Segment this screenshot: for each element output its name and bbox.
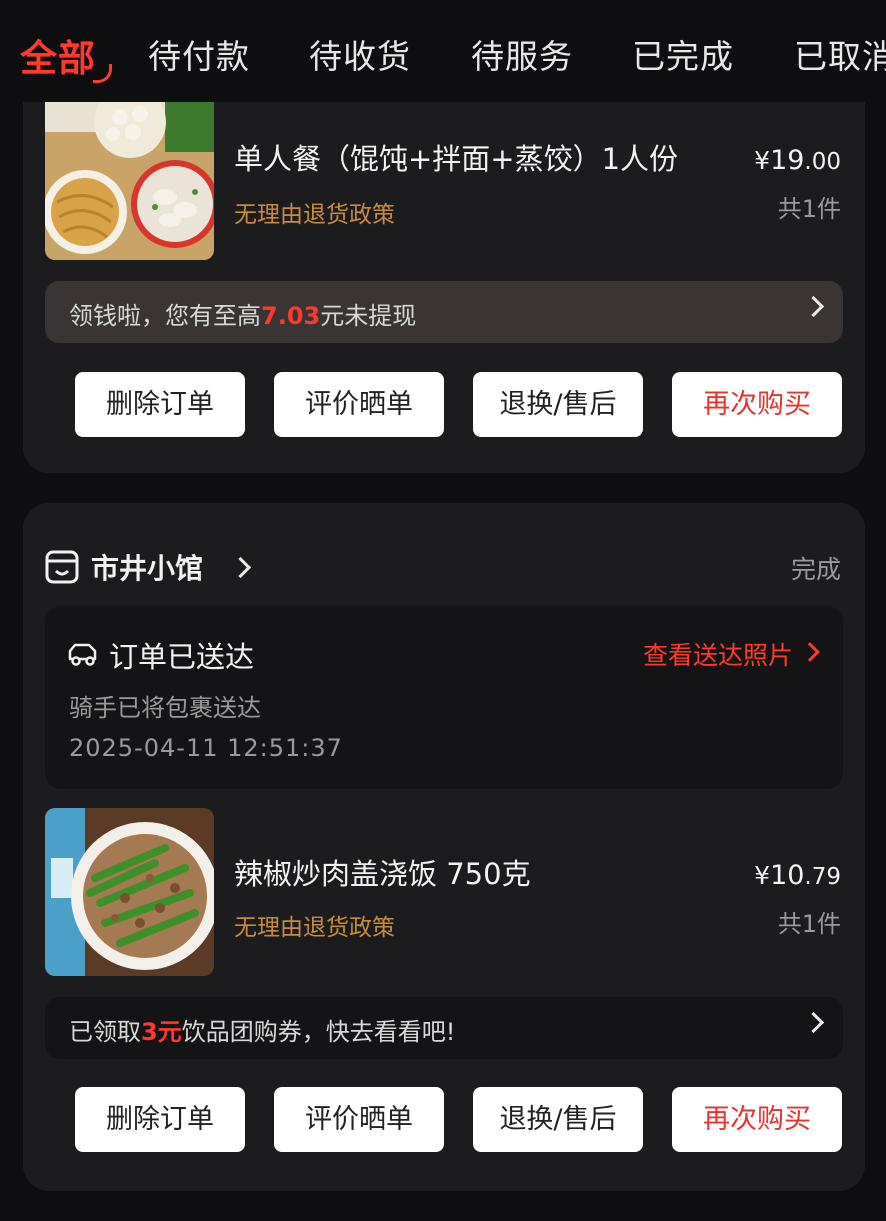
tab-pending-receipt[interactable]: 待收货 [309,30,411,78]
review-order-button[interactable]: 评价晒单 [274,1087,444,1152]
item-title[interactable]: 辣椒炒肉盖浇饭 750克 [234,851,531,893]
item-price: ¥19.00 [754,145,841,176]
order-card[interactable]: 市井小馆 完成 订单已送达 查看送达照片 骑手已将包裹送达 2025-04-11… [23,503,865,1191]
tab-pending-payment[interactable]: 待付款 [148,30,250,78]
promo-text: 已领取3元饮品团购券，快去看看吧! [69,1012,455,1047]
price-decimal: .79 [804,864,841,890]
delivery-title: 订单已送达 [109,640,255,674]
food-image-dumplings [45,92,214,260]
chevron-right-icon [802,1011,825,1034]
promo-amount: 3元 [141,1018,182,1046]
chevron-right-icon [802,295,825,318]
return-policy: 无理由退货政策 [234,202,395,228]
price-integer: 19 [770,145,805,176]
delete-order-button[interactable]: 删除订单 [75,1087,245,1152]
currency-symbol: ¥ [754,146,771,175]
delivery-timestamp: 2025-04-11 12:51:37 [69,734,343,762]
item-title[interactable]: 单人餐（馄饨+拌面+蒸饺）1人份 [234,136,678,178]
order-card[interactable]: 单人餐（馄饨+拌面+蒸饺）1人份 无理由退货政策 ¥19.00 共1件 领钱啦，… [23,70,865,473]
delete-order-button[interactable]: 删除订单 [75,372,245,437]
food-image-chili-pork-rice [45,808,214,976]
product-thumbnail[interactable] [45,808,214,976]
currency-symbol: ¥ [754,861,771,890]
tab-cancelled[interactable]: 已取消 [794,30,886,78]
view-delivery-photo-link[interactable]: 查看送达照片 [643,636,793,672]
cashback-promo-banner[interactable]: 领钱啦，您有至高7.03元未提现 [45,281,843,343]
promo-suffix: 饮品团购券，快去看看吧! [181,1018,456,1046]
chevron-right-icon [800,642,820,662]
promo-prefix: 领钱啦，您有至高 [69,302,261,330]
promo-prefix: 已领取 [69,1018,141,1046]
after-sales-button[interactable]: 退换/售后 [473,1087,643,1152]
shop-name[interactable]: 市井小馆 [91,547,203,587]
tab-pending-service[interactable]: 待服务 [471,30,573,78]
promo-text: 领钱啦，您有至高7.03元未提现 [69,296,416,331]
review-order-button[interactable]: 评价晒单 [274,372,444,437]
item-quantity: 共1件 [777,195,841,223]
delivery-subtitle: 骑手已将包裹送达 [69,694,261,722]
after-sales-button[interactable]: 退换/售后 [473,372,643,437]
buy-again-button[interactable]: 再次购买 [672,1087,842,1152]
order-tabs: 全部 待付款 待收货 待服务 已完成 已取消 [0,0,886,102]
promo-suffix: 元未提现 [320,302,417,330]
delivery-status-panel[interactable]: 订单已送达 查看送达照片 骑手已将包裹送达 2025-04-11 12:51:3… [45,606,843,789]
coupon-promo-banner[interactable]: 已领取3元饮品团购券，快去看看吧! [45,997,843,1059]
promo-amount: 7.03 [261,302,321,330]
chevron-right-icon [229,556,252,579]
tab-all[interactable]: 全部 [20,28,96,82]
buy-again-button[interactable]: 再次购买 [672,372,842,437]
price-decimal: .00 [804,149,841,175]
tab-completed[interactable]: 已完成 [632,30,734,78]
item-price: ¥10.79 [754,860,841,891]
product-thumbnail[interactable] [45,92,214,260]
active-tab-indicator [93,64,112,83]
item-quantity: 共1件 [777,910,841,938]
price-integer: 10 [770,860,805,891]
delivery-car-icon [68,643,97,666]
order-status: 完成 [790,555,841,584]
return-policy: 无理由退货政策 [234,915,395,941]
shop-icon [45,550,79,584]
